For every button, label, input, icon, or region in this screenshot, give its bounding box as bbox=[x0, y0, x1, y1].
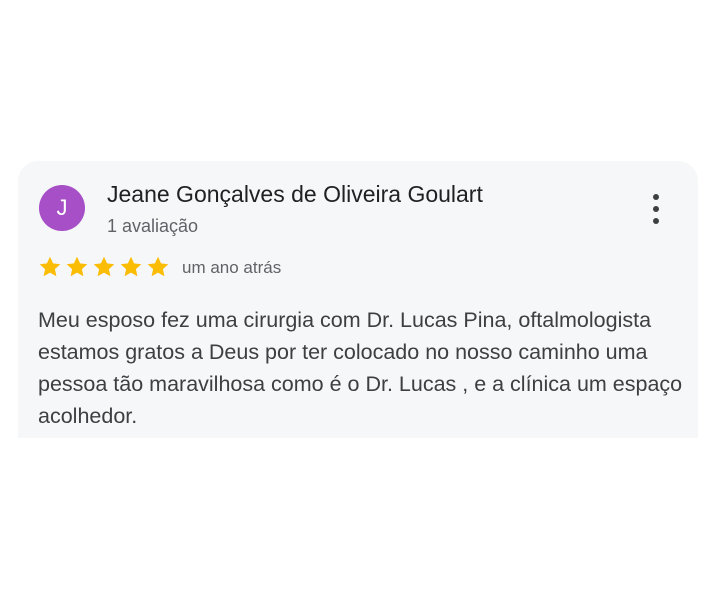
more-vert-icon-dot bbox=[653, 206, 659, 212]
author-name[interactable]: Jeane Gonçalves de Oliveira Goulart bbox=[107, 181, 483, 208]
avatar[interactable]: J bbox=[39, 185, 85, 231]
review-time: um ano atrás bbox=[182, 258, 282, 277]
more-vert-icon bbox=[653, 194, 659, 200]
review-card: J Jeane Gonçalves de Oliveira Goulart 1 … bbox=[18, 161, 698, 438]
star-icon bbox=[147, 256, 169, 277]
star-icon bbox=[93, 256, 115, 277]
star-icon bbox=[120, 256, 142, 277]
review-count: 1 avaliação bbox=[107, 216, 199, 236]
star-icon bbox=[39, 256, 61, 277]
more-options-button[interactable] bbox=[640, 191, 672, 227]
star-icon bbox=[66, 256, 88, 277]
more-vert-icon-dot bbox=[653, 218, 659, 224]
review-text: Meu esposo fez uma cirurgia com Dr. Luca… bbox=[38, 308, 683, 428]
star-rating bbox=[38, 255, 170, 279]
